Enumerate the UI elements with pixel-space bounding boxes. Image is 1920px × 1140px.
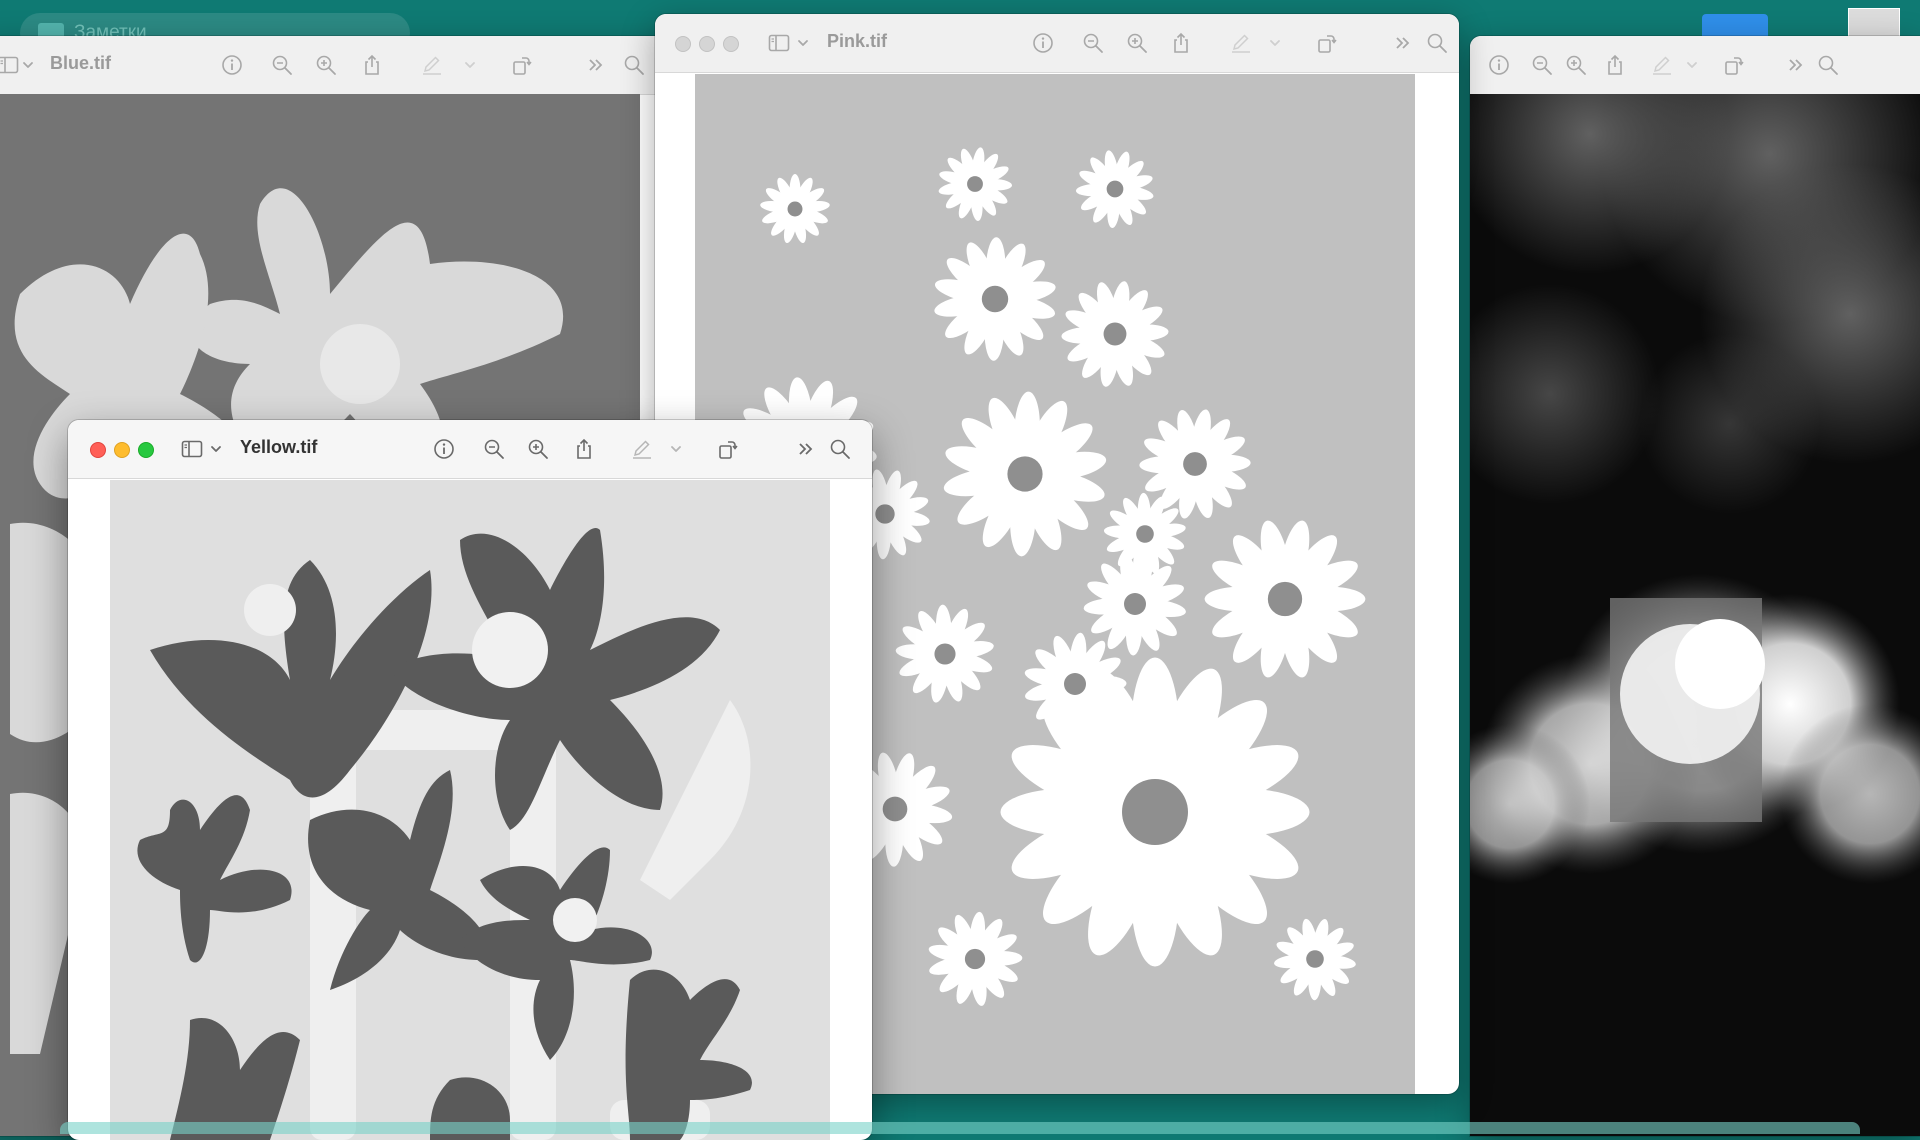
window-clouds[interactable] <box>1470 36 1920 1136</box>
zoom-out-icon[interactable] <box>482 437 506 461</box>
chevron-down-icon[interactable] <box>458 53 482 77</box>
chevron-down-icon[interactable] <box>664 437 688 461</box>
info-icon[interactable] <box>432 437 456 461</box>
search-icon[interactable] <box>1425 31 1449 55</box>
clouds-image <box>1470 94 1920 1136</box>
search-icon[interactable] <box>1816 53 1840 77</box>
window-yellow-toolbar: Yellow.tif <box>68 420 872 479</box>
minimize-button[interactable] <box>114 442 130 458</box>
markup-pen-icon[interactable] <box>630 437 654 461</box>
zoom-in-icon[interactable] <box>526 437 550 461</box>
close-button[interactable] <box>90 442 106 458</box>
window-controls <box>90 442 154 458</box>
info-icon[interactable] <box>1031 31 1055 55</box>
zoom-out-icon[interactable] <box>270 53 294 77</box>
zoom-out-icon[interactable] <box>1530 53 1554 77</box>
zoom-out-icon[interactable] <box>1081 31 1105 55</box>
more-chevrons-icon[interactable] <box>584 53 608 77</box>
zoom-in-icon[interactable] <box>1564 53 1588 77</box>
rotate-icon[interactable] <box>1315 31 1339 55</box>
chevron-down-icon[interactable] <box>1263 31 1287 55</box>
zoom-button[interactable] <box>138 442 154 458</box>
rotate-icon[interactable] <box>510 53 534 77</box>
chevron-down-icon[interactable] <box>1680 53 1704 77</box>
window-controls <box>675 36 739 52</box>
window-title: Yellow.tif <box>240 437 318 457</box>
rotate-icon[interactable] <box>716 437 740 461</box>
chevron-down-icon[interactable] <box>791 31 809 55</box>
window-title: Blue.tif <box>50 53 111 73</box>
close-button[interactable] <box>675 36 691 52</box>
search-icon[interactable] <box>828 437 852 461</box>
yellow-image <box>110 480 830 1140</box>
more-chevrons-icon[interactable] <box>794 437 818 461</box>
window-yellow[interactable]: Yellow.tif <box>68 420 872 1140</box>
markup-pen-icon[interactable] <box>1650 53 1674 77</box>
share-icon[interactable] <box>360 53 384 77</box>
info-icon[interactable] <box>1487 53 1511 77</box>
markup-pen-icon[interactable] <box>420 53 444 77</box>
more-chevrons-icon[interactable] <box>1784 53 1808 77</box>
chevron-down-icon[interactable] <box>204 437 222 461</box>
desktop-folder-icon[interactable] <box>1702 14 1768 36</box>
chevron-down-icon[interactable] <box>16 53 34 77</box>
markup-pen-icon[interactable] <box>1229 31 1253 55</box>
zoom-in-icon[interactable] <box>1125 31 1149 55</box>
window-pink-toolbar: Pink.tif <box>655 14 1459 73</box>
share-icon[interactable] <box>572 437 596 461</box>
rotate-icon[interactable] <box>1722 53 1746 77</box>
share-icon[interactable] <box>1169 31 1193 55</box>
window-title: Pink.tif <box>827 31 888 51</box>
zoom-button[interactable] <box>723 36 739 52</box>
share-icon[interactable] <box>1603 53 1627 77</box>
search-icon[interactable] <box>622 53 646 77</box>
sidebar-icon[interactable] <box>767 31 791 55</box>
window-blue-toolbar: Blue.tif <box>0 36 680 95</box>
sidebar-icon[interactable] <box>180 437 204 461</box>
dock <box>60 1122 1860 1134</box>
minimize-button[interactable] <box>699 36 715 52</box>
more-chevrons-icon[interactable] <box>1391 31 1415 55</box>
zoom-in-icon[interactable] <box>314 53 338 77</box>
info-icon[interactable] <box>220 53 244 77</box>
window-clouds-toolbar <box>1470 36 1920 95</box>
